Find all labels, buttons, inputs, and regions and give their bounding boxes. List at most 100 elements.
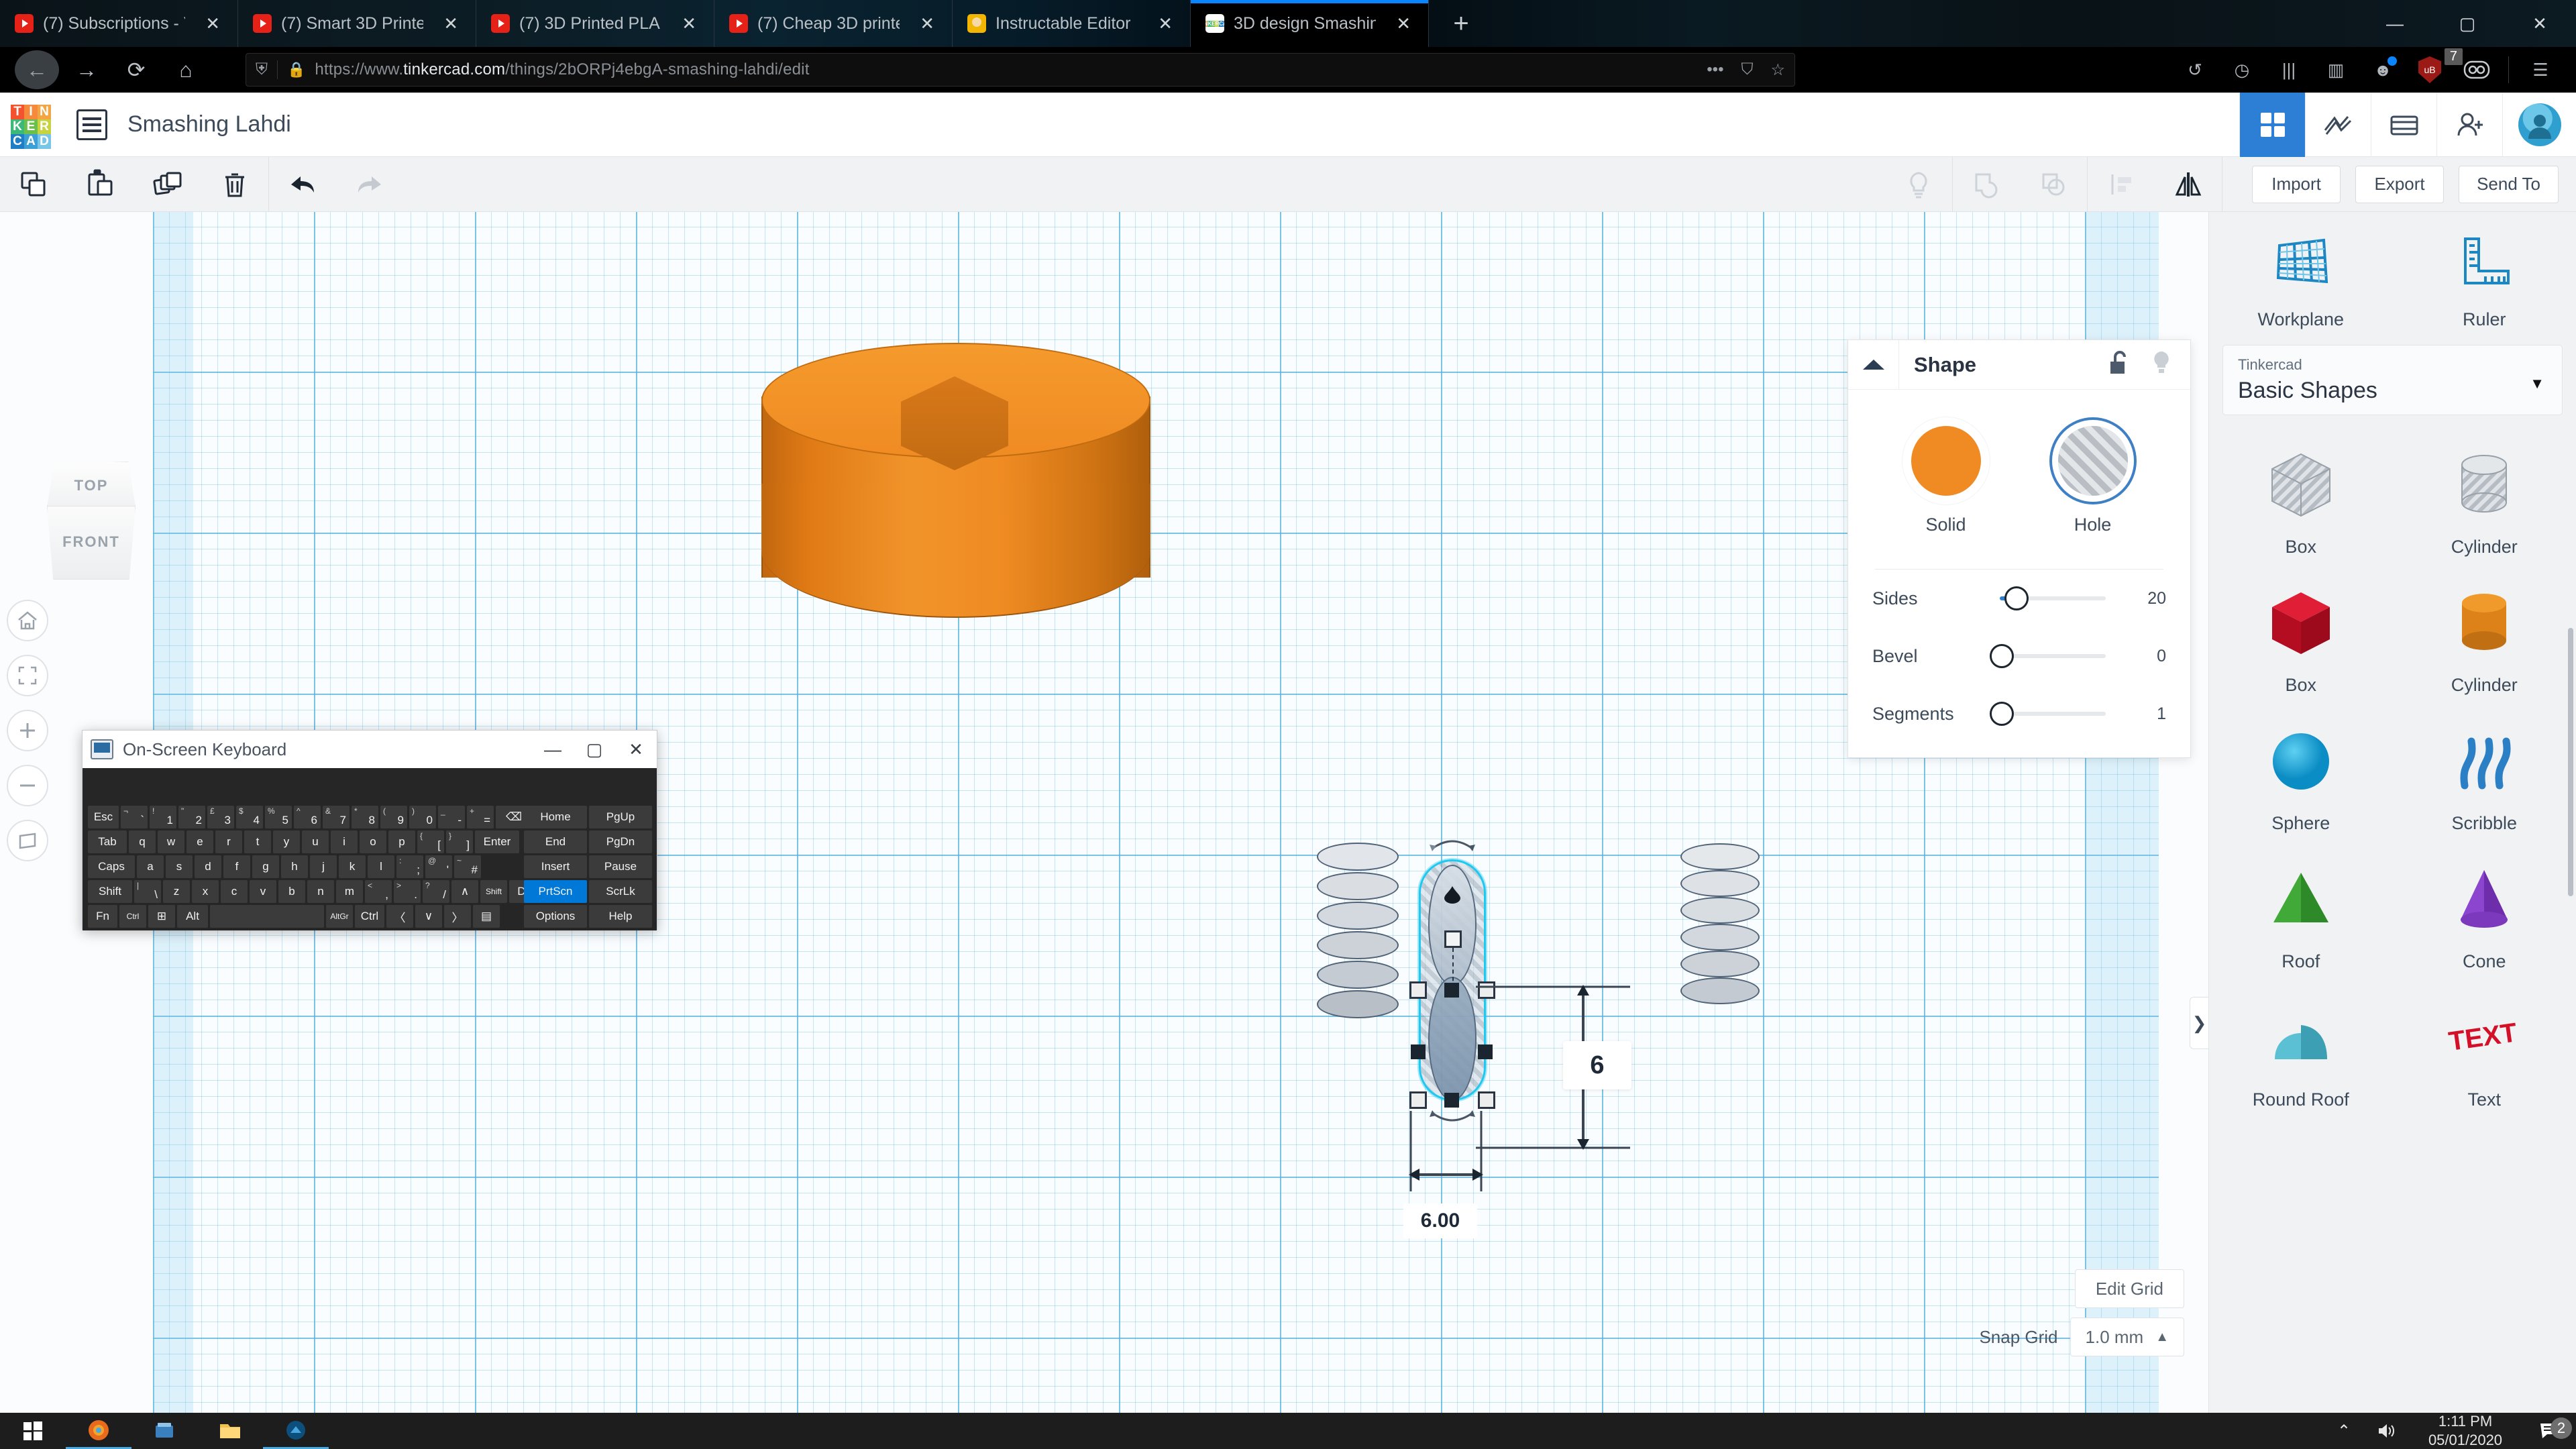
workplane-tool[interactable]: Workplane bbox=[2209, 229, 2393, 330]
library-selector[interactable]: Tinkercad Basic Shapes ▼ bbox=[2222, 345, 2563, 415]
osk-key[interactable]: Options bbox=[524, 905, 587, 928]
osk-key[interactable]: & 7 bbox=[323, 806, 350, 828]
osk-key[interactable]: y bbox=[273, 830, 300, 853]
bookmark-star-icon[interactable]: ☆ bbox=[1770, 60, 1785, 80]
shape-cylinder-orange[interactable]: Cylinder bbox=[2393, 571, 2576, 702]
osk-maximize-button[interactable]: ▢ bbox=[574, 731, 615, 768]
resize-handle-bottom-mid[interactable] bbox=[1444, 1093, 1459, 1108]
osk-key[interactable]: ¬ ` bbox=[121, 806, 148, 828]
osk-key[interactable]: PgDn bbox=[589, 830, 652, 853]
osk-key[interactable]: e bbox=[186, 830, 213, 853]
ublock-icon[interactable]: uB 7 bbox=[2406, 48, 2463, 89]
unlock-icon[interactable] bbox=[2108, 350, 2131, 380]
panel-collapse-button[interactable]: ❯ bbox=[2190, 997, 2208, 1049]
osk-key[interactable]: £3 bbox=[207, 806, 234, 828]
osk-key[interactable]: c bbox=[221, 880, 248, 903]
osk-close-button[interactable]: ✕ bbox=[615, 731, 657, 768]
osk-key[interactable]: q bbox=[129, 830, 156, 853]
osk-key[interactable]: Shift bbox=[88, 880, 132, 903]
chevron-down-icon[interactable]: ▼ bbox=[2530, 375, 2544, 392]
zoom-in-button[interactable] bbox=[7, 710, 48, 751]
forward-button[interactable]: → bbox=[62, 51, 111, 89]
zoom-out-button[interactable] bbox=[7, 765, 48, 806]
tab-close-icon[interactable]: ✕ bbox=[433, 13, 469, 34]
osk-key[interactable]: Enter bbox=[475, 830, 519, 853]
snap-grid-select[interactable]: 1.0 mm ▲ bbox=[2070, 1318, 2184, 1356]
paste-icon[interactable] bbox=[67, 157, 134, 212]
osk-key[interactable]: g bbox=[252, 855, 279, 878]
sides-slider[interactable] bbox=[2000, 586, 2106, 610]
resize-handle-bottom-left[interactable] bbox=[1409, 1091, 1427, 1109]
osk-key[interactable]: v bbox=[250, 880, 276, 903]
edit-grid-button[interactable]: Edit Grid bbox=[2074, 1269, 2184, 1308]
maximize-button[interactable]: ▢ bbox=[2431, 0, 2504, 47]
osk-key[interactable]: Esc bbox=[88, 806, 119, 828]
tab-close-icon[interactable]: ✕ bbox=[1385, 13, 1421, 34]
resize-handle-top-mid[interactable] bbox=[1444, 983, 1459, 998]
osk-key[interactable]: Shift bbox=[480, 880, 507, 903]
tray-expand-icon[interactable]: ⌃ bbox=[2322, 1421, 2365, 1441]
import-button[interactable]: Import bbox=[2252, 165, 2341, 203]
osk-key[interactable]: s bbox=[166, 855, 193, 878]
back-button[interactable]: ← bbox=[12, 50, 62, 89]
shield-icon[interactable]: ⛨ bbox=[256, 60, 278, 79]
tab-close-icon[interactable]: ✕ bbox=[671, 13, 707, 34]
minimize-button[interactable]: — bbox=[2359, 0, 2431, 47]
resize-handle-mid-left[interactable] bbox=[1411, 1044, 1426, 1059]
osk-key[interactable]: " 2 bbox=[178, 806, 205, 828]
osk-key[interactable]: ∨ bbox=[415, 905, 442, 928]
tab-gallery[interactable] bbox=[2371, 92, 2436, 157]
sidebar-icon[interactable]: ▥ bbox=[2312, 51, 2359, 89]
height-dimension-value[interactable]: 6 bbox=[1563, 1041, 1631, 1089]
osk-key[interactable]: m bbox=[336, 880, 363, 903]
osk-key[interactable]: <, bbox=[365, 880, 392, 903]
osk-key[interactable]: i bbox=[331, 830, 358, 853]
store-taskbar-icon[interactable] bbox=[131, 1413, 197, 1449]
avatar[interactable] bbox=[2502, 92, 2576, 157]
osk-key[interactable]: PrtScn bbox=[524, 880, 587, 903]
lightbulb-icon[interactable] bbox=[2150, 350, 2173, 380]
osk-key[interactable]: j bbox=[310, 855, 337, 878]
osk-key[interactable]: {[ bbox=[417, 830, 444, 853]
fit-view-button[interactable] bbox=[7, 655, 48, 696]
osk-key[interactable]: d bbox=[195, 855, 221, 878]
home-view-button[interactable] bbox=[7, 600, 48, 641]
bevel-slider-knob[interactable] bbox=[1990, 644, 2015, 668]
osk-minimize-button[interactable]: — bbox=[532, 731, 574, 768]
browser-tab[interactable]: (7) Subscriptions - YouTube ✕ bbox=[0, 0, 238, 47]
osk-key[interactable]: f bbox=[223, 855, 250, 878]
account-icon[interactable]: ☻ bbox=[2359, 51, 2406, 89]
volume-icon[interactable] bbox=[2365, 1422, 2408, 1440]
shape-round-roof[interactable]: Round Roof bbox=[2209, 985, 2393, 1117]
grey-disc-stack-left[interactable] bbox=[1317, 836, 1399, 1018]
containers-icon[interactable] bbox=[2453, 51, 2500, 89]
osk-key[interactable]: 〉 bbox=[444, 905, 471, 928]
shape-text[interactable]: TEXT Text bbox=[2393, 985, 2576, 1117]
sides-slider-knob[interactable] bbox=[2004, 586, 2029, 610]
copy-icon[interactable] bbox=[0, 157, 67, 212]
address-bar[interactable]: ⛨ 🔒 https://www.tinkercad.com/things/2bO… bbox=[246, 53, 1795, 87]
osk-key[interactable]: z bbox=[163, 880, 190, 903]
reload-button[interactable]: ⟳ bbox=[111, 51, 161, 89]
osk-key[interactable]: | \ bbox=[134, 880, 161, 903]
sidebar-scrollbar[interactable] bbox=[2568, 628, 2573, 896]
osk-key[interactable]: n bbox=[307, 880, 334, 903]
pocket-icon[interactable]: ⛉ bbox=[1741, 60, 1753, 79]
resize-handle-top-left[interactable] bbox=[1409, 981, 1427, 999]
group-icon[interactable] bbox=[1953, 157, 2020, 212]
osk-key[interactable]: 〈 bbox=[386, 905, 413, 928]
osk-key[interactable]: ^ 6 bbox=[294, 806, 321, 828]
duplicate-icon[interactable] bbox=[134, 157, 201, 212]
close-window-button[interactable]: ✕ bbox=[2504, 0, 2576, 47]
collapse-panel-caret-icon[interactable] bbox=[1848, 339, 1899, 390]
osk-key[interactable]: Alt bbox=[177, 905, 208, 928]
osk-key[interactable]: Home bbox=[524, 806, 587, 828]
bevel-slider[interactable] bbox=[1990, 644, 2106, 668]
shape-box-red[interactable]: Box bbox=[2209, 571, 2393, 702]
osk-key[interactable]: w bbox=[158, 830, 184, 853]
width-dimension-value[interactable]: 6.00 bbox=[1403, 1203, 1477, 1238]
osk-key[interactable]: % 5 bbox=[265, 806, 292, 828]
browser-tab[interactable]: (7) 3D Printed PLA Gear after 2 ✕ bbox=[476, 0, 714, 47]
ruler-tool[interactable]: Ruler bbox=[2393, 229, 2576, 330]
tab-invite[interactable] bbox=[2436, 92, 2502, 157]
